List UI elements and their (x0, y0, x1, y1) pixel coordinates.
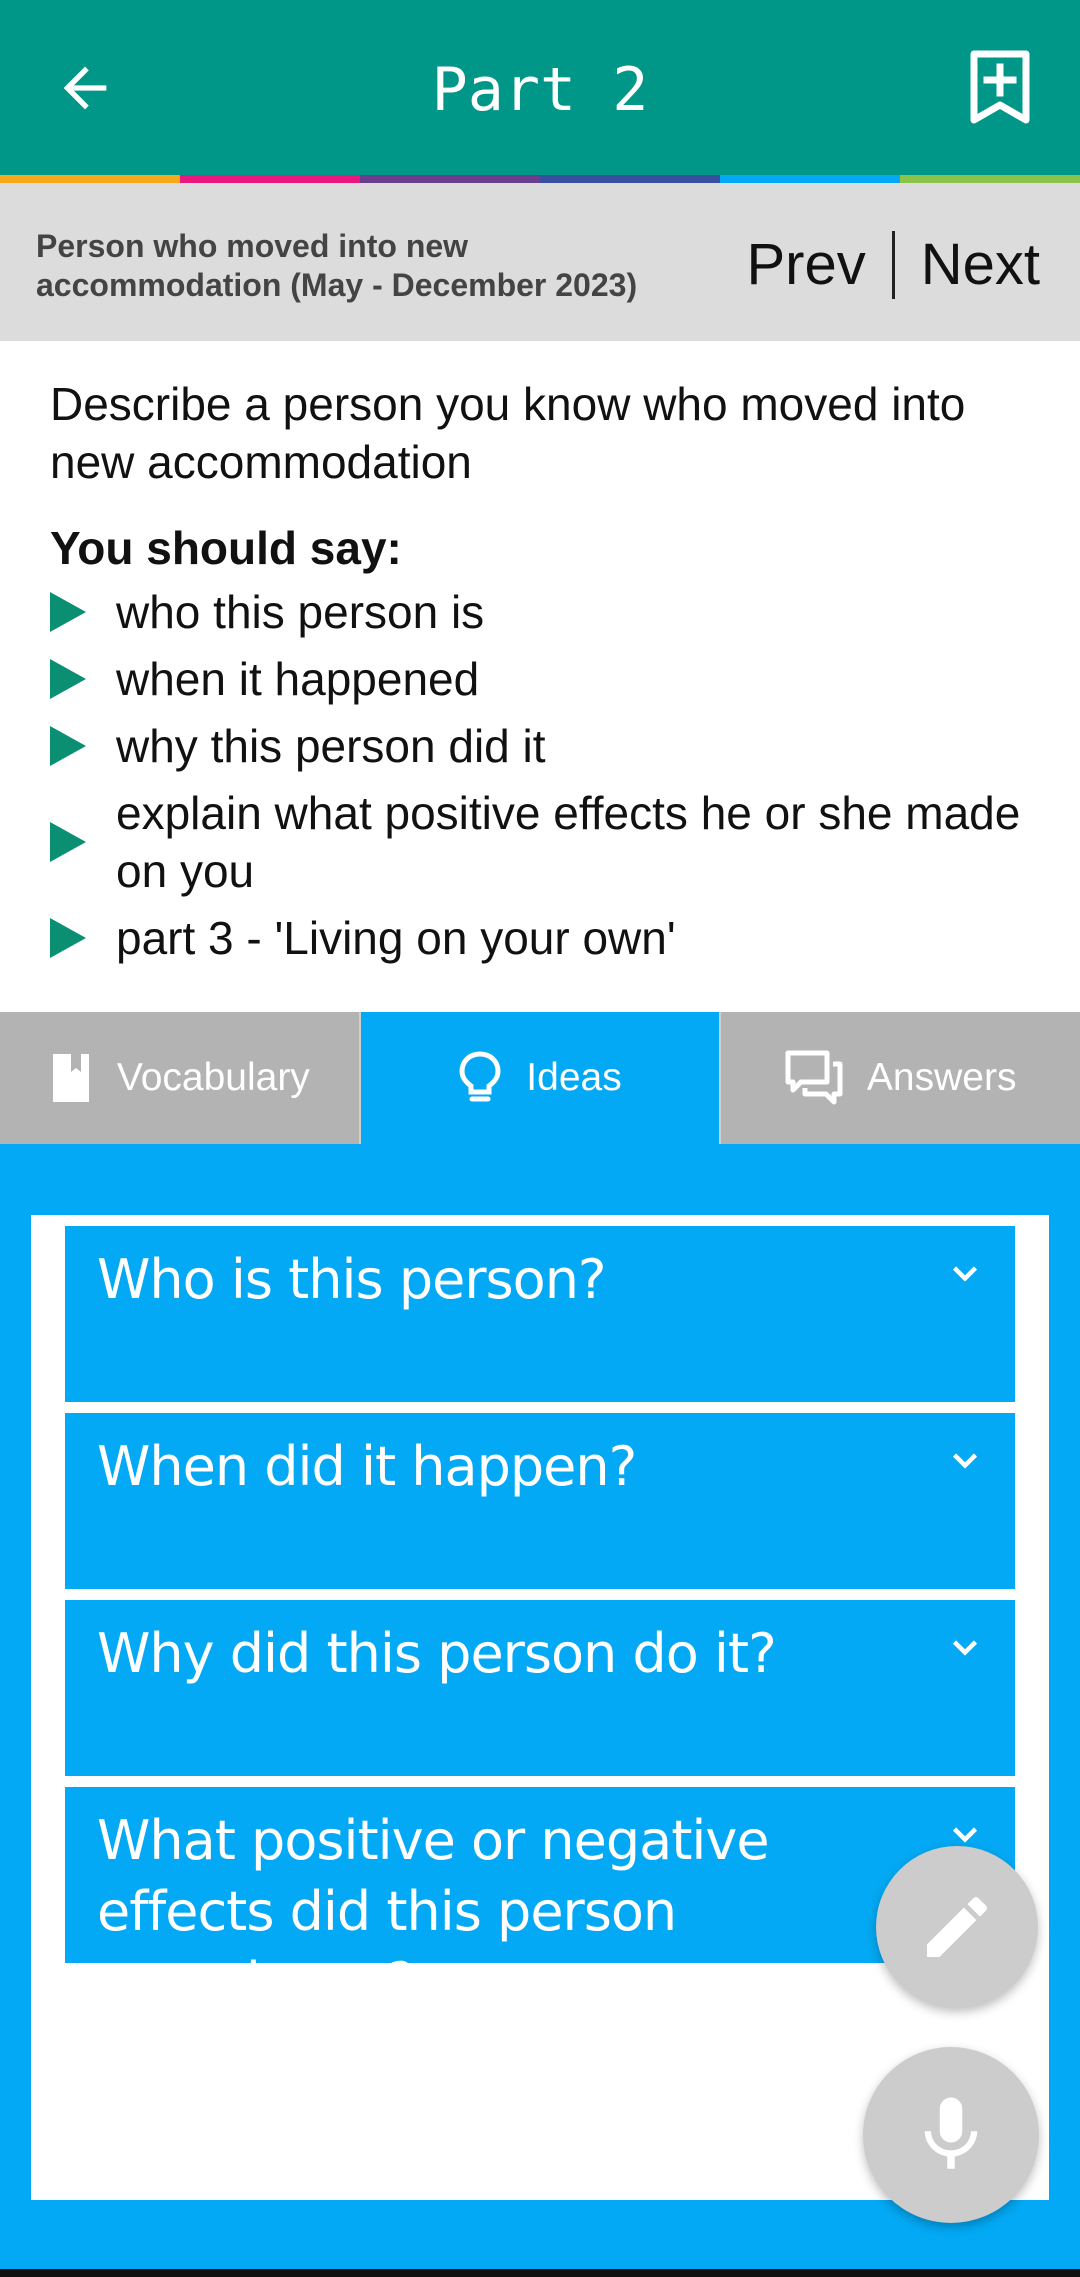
bottom-edge (0, 2269, 1080, 2277)
topic-title: Person who moved into new accommodation … (36, 228, 638, 303)
chat-bubbles-icon (785, 1050, 843, 1106)
nav-divider (891, 231, 895, 299)
chevron-down-icon (952, 1266, 978, 1282)
cue-card: Describe a person you know who moved int… (50, 375, 1040, 976)
prev-button[interactable]: Prev (746, 230, 865, 300)
accordion-question: Who is this person? (97, 1248, 607, 1311)
cue-text: why this person did it (116, 720, 546, 772)
accordion-item-when[interactable]: When did it happen? (65, 1413, 1015, 1589)
cue-text: who this person is (116, 586, 485, 638)
tab-ideas-label: Ideas (526, 1056, 622, 1099)
prev-next-nav: Prev Next (746, 230, 1040, 300)
next-button[interactable]: Next (921, 230, 1040, 300)
triangle-bullet-icon (50, 822, 86, 862)
triangle-bullet-icon (50, 726, 86, 766)
pencil-icon (927, 1896, 988, 1957)
chevron-down-icon (952, 1453, 978, 1469)
triangle-bullet-icon (50, 918, 86, 958)
tab-vocabulary-label: Vocabulary (116, 1056, 310, 1099)
triangle-bullet-icon (50, 592, 86, 632)
edit-fab[interactable] (876, 1846, 1038, 2008)
accordion-question: What positive or negative effects did th… (97, 1809, 770, 2014)
tab-answers[interactable]: Answers (721, 1012, 1080, 1144)
tab-vocabulary[interactable]: Vocabulary (0, 1012, 361, 1144)
cue-item: when it happened (50, 650, 1040, 708)
stripe-segment (0, 175, 180, 183)
cue-item: who this person is (50, 583, 1040, 641)
cue-text: part 3 - 'Living on your own' (116, 912, 676, 964)
microphone-icon (924, 2097, 978, 2169)
triangle-bullet-icon (50, 659, 86, 699)
stripe-segment (180, 175, 360, 183)
cue-list: who this person is when it happened why … (50, 583, 1040, 967)
book-icon (49, 1052, 93, 1104)
record-fab[interactable] (863, 2047, 1039, 2223)
app-bar: Part 2 (0, 0, 1080, 175)
cue-card-description: Describe a person you know who moved int… (50, 378, 966, 488)
stripe-segment (540, 175, 720, 183)
accordion-item-why[interactable]: Why did this person do it? (65, 1600, 1015, 1776)
stripe-segment (360, 175, 540, 183)
accordion-question: Why did this person do it? (97, 1622, 777, 1685)
accordion-item-effects[interactable]: What positive or negative effects did th… (65, 1787, 1015, 2014)
stripe-segment (900, 175, 1080, 183)
accordion-question: When did it happen? (97, 1435, 637, 1498)
accordion-item-who[interactable]: Who is this person? (65, 1226, 1015, 1402)
cue-item: why this person did it (50, 717, 1040, 775)
tab-bar: Vocabulary Ideas Answers (0, 1012, 1080, 1144)
tab-answers-label: Answers (866, 1056, 1017, 1099)
lightbulb-icon (458, 1050, 502, 1106)
cue-item: explain what positive effects he or she … (50, 784, 1040, 900)
cue-item: part 3 - 'Living on your own' (50, 909, 1040, 967)
you-should-say-heading: You should say: (50, 522, 402, 574)
color-stripe (0, 175, 1080, 183)
chevron-down-icon (952, 1640, 978, 1656)
stripe-segment (720, 175, 900, 183)
page-title: Part 2 (431, 55, 649, 125)
tab-ideas[interactable]: Ideas (360, 1012, 722, 1144)
cue-text: when it happened (116, 653, 480, 705)
bookmark-add-button[interactable] (960, 45, 1040, 130)
topic-header: Person who moved into new accommodation … (0, 183, 1080, 341)
cue-text: explain what positive effects he or she … (116, 787, 1021, 897)
bookmark-add-icon (970, 50, 1030, 123)
